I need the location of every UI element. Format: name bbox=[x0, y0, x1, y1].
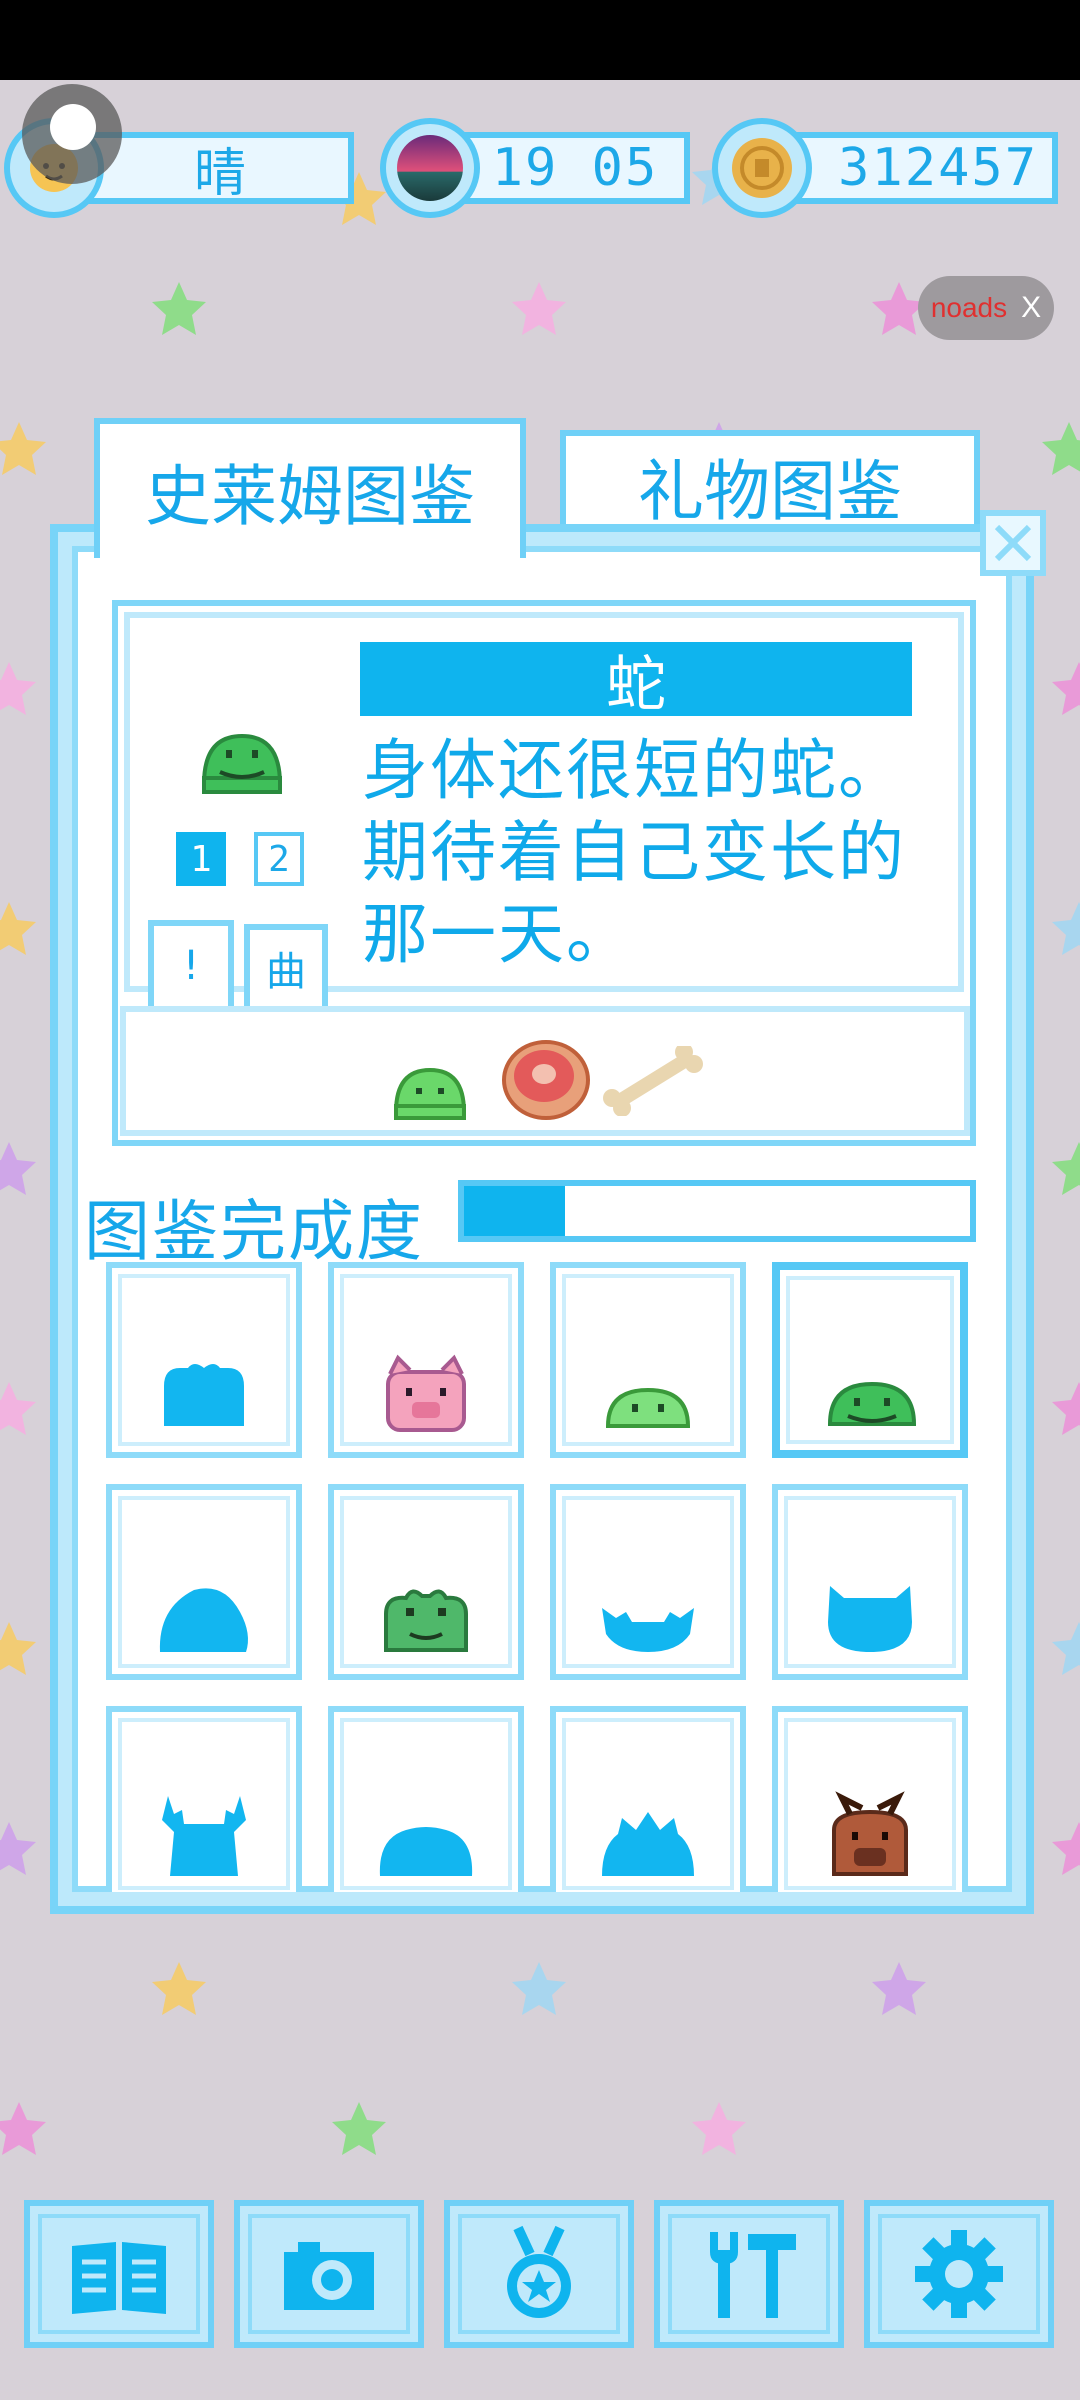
green-slime-icon bbox=[393, 1067, 467, 1120]
nav-camera-button[interactable] bbox=[234, 2200, 424, 2348]
description-line: 那一天。 bbox=[362, 896, 634, 973]
wallpaper-star bbox=[1050, 1380, 1080, 1438]
time-text: 19 05 bbox=[491, 138, 659, 198]
slime-cell-snake[interactable] bbox=[772, 1262, 968, 1458]
tab-slime-book[interactable]: 史莱姆图鉴 bbox=[94, 418, 526, 558]
slime-cell-pig[interactable] bbox=[328, 1262, 524, 1458]
wallpaper-star bbox=[0, 1620, 38, 1678]
noads-close-icon[interactable]: X bbox=[1021, 291, 1041, 325]
wallpaper-star bbox=[1050, 1620, 1080, 1678]
slime-cell-silhouette-deer[interactable] bbox=[106, 1706, 302, 1892]
subtab-favorites-label: ! bbox=[178, 943, 204, 989]
wallpaper-star bbox=[1050, 1140, 1080, 1198]
meat-icon bbox=[502, 1040, 590, 1120]
wallpaper-star bbox=[1050, 660, 1080, 718]
wallpaper-star bbox=[0, 900, 38, 958]
wallpaper-star bbox=[690, 2100, 748, 2158]
status-bar bbox=[0, 0, 1080, 80]
frog-icon bbox=[384, 1589, 468, 1652]
completion-progress-bar: 45/224(20%) bbox=[458, 1180, 976, 1242]
silhouette-deer-icon bbox=[162, 1796, 246, 1876]
nav-book-button[interactable] bbox=[24, 2200, 214, 2348]
silhouette-crab-icon bbox=[602, 1608, 694, 1652]
snake-icon bbox=[827, 1381, 917, 1426]
completion-label: 图鉴完成度 bbox=[84, 1193, 424, 1270]
wallpaper-star bbox=[0, 1380, 38, 1438]
screen-record-indicator[interactable] bbox=[22, 84, 122, 184]
slime-cell-silhouette-crab[interactable] bbox=[550, 1484, 746, 1680]
weather-bar: 晴 bbox=[88, 132, 354, 204]
pig-icon bbox=[386, 1354, 466, 1432]
close-button[interactable] bbox=[980, 510, 1046, 576]
silhouette-cat-icon bbox=[828, 1586, 912, 1652]
slime-cell-silhouette-spiky[interactable] bbox=[550, 1706, 746, 1892]
subtab-music-label: 曲 bbox=[266, 949, 306, 995]
wallpaper-star bbox=[1050, 900, 1080, 958]
dusk-icon bbox=[380, 118, 480, 218]
wallpaper-star bbox=[510, 280, 568, 338]
slime-cell-silhouette-frog[interactable] bbox=[106, 1262, 302, 1458]
slime-cell-silhouette-cat[interactable] bbox=[772, 1484, 968, 1680]
wallpaper-star bbox=[0, 1140, 38, 1198]
tools-icon bbox=[710, 2232, 796, 2318]
wallpaper-star bbox=[1040, 420, 1080, 478]
gear-icon bbox=[915, 2230, 1003, 2318]
subtab-favorites[interactable]: ! bbox=[148, 920, 234, 1006]
slime-cell-silhouette-blob[interactable] bbox=[106, 1484, 302, 1680]
wallpaper-star bbox=[150, 1960, 208, 2018]
tab-slime-book-label: 史莱姆图鉴 bbox=[145, 458, 475, 535]
silhouette-spiky-icon bbox=[602, 1812, 694, 1876]
slime-description: 身体还很短的蛇。 期待着自己变长的 那一天。 bbox=[362, 730, 952, 976]
page-1-button[interactable]: 1 bbox=[176, 832, 226, 886]
silhouette-blob-icon bbox=[159, 1588, 248, 1652]
silhouette-frog-icon bbox=[164, 1364, 244, 1426]
nav-settings-button[interactable] bbox=[864, 2200, 1054, 2348]
page-2-button[interactable]: 2 bbox=[254, 832, 304, 886]
book-icon bbox=[72, 2242, 166, 2314]
completion-progress-text: 45/224(20%) bbox=[565, 1185, 869, 1237]
coin-bar: 312457 bbox=[792, 132, 1058, 204]
bone-icon bbox=[603, 1046, 703, 1116]
description-line: 期待着自己变长的 bbox=[362, 814, 906, 891]
slime-cell-silhouette-mound[interactable] bbox=[328, 1706, 524, 1892]
slime-cell-green-slime[interactable] bbox=[550, 1262, 746, 1458]
description-line: 身体还很短的蛇。 bbox=[362, 732, 906, 809]
slime-cell-boar[interactable] bbox=[772, 1706, 968, 1892]
snake-slime-portrait bbox=[201, 733, 283, 794]
green-slime-icon bbox=[605, 1387, 691, 1428]
wallpaper-star bbox=[0, 420, 48, 478]
wallpaper-star bbox=[870, 1960, 928, 2018]
slime-collection-grid bbox=[106, 1262, 986, 1892]
wallpaper-star bbox=[0, 2100, 48, 2158]
close-icon bbox=[994, 524, 1032, 562]
nav-medal-button[interactable] bbox=[444, 2200, 634, 2348]
slime-name-bar: 蛇 bbox=[360, 642, 912, 720]
wallpaper-star bbox=[510, 1960, 568, 2018]
medal-icon bbox=[507, 2225, 571, 2318]
wallpaper-star bbox=[0, 1820, 38, 1878]
weather-text: 晴 bbox=[193, 143, 248, 204]
camera-icon bbox=[284, 2242, 374, 2310]
noads-label: noads bbox=[930, 292, 1008, 323]
page-2-label: 2 bbox=[268, 838, 290, 880]
subtab-music[interactable]: 曲 bbox=[244, 924, 328, 1006]
wallpaper-star bbox=[150, 280, 208, 338]
silhouette-mound-icon bbox=[379, 1827, 473, 1876]
wallpaper-star bbox=[330, 2100, 388, 2158]
boar-icon bbox=[832, 1791, 908, 1876]
coin-icon bbox=[712, 118, 812, 218]
page-1-label: 1 bbox=[190, 838, 212, 880]
wallpaper-star bbox=[0, 660, 38, 718]
time-bar: 19 05 bbox=[460, 132, 690, 204]
nav-tools-button[interactable] bbox=[654, 2200, 844, 2348]
tab-gift-book-label: 礼物图鉴 bbox=[638, 453, 902, 530]
time-hud: 19 05 bbox=[380, 118, 692, 218]
slime-cell-frog[interactable] bbox=[328, 1484, 524, 1680]
slime-name: 蛇 bbox=[606, 649, 666, 720]
coin-count: 312457 bbox=[838, 138, 1038, 198]
wallpaper-star bbox=[1050, 1820, 1080, 1878]
noads-badge[interactable]: noads X bbox=[918, 276, 1054, 340]
coin-hud: 312457 bbox=[712, 118, 1060, 218]
